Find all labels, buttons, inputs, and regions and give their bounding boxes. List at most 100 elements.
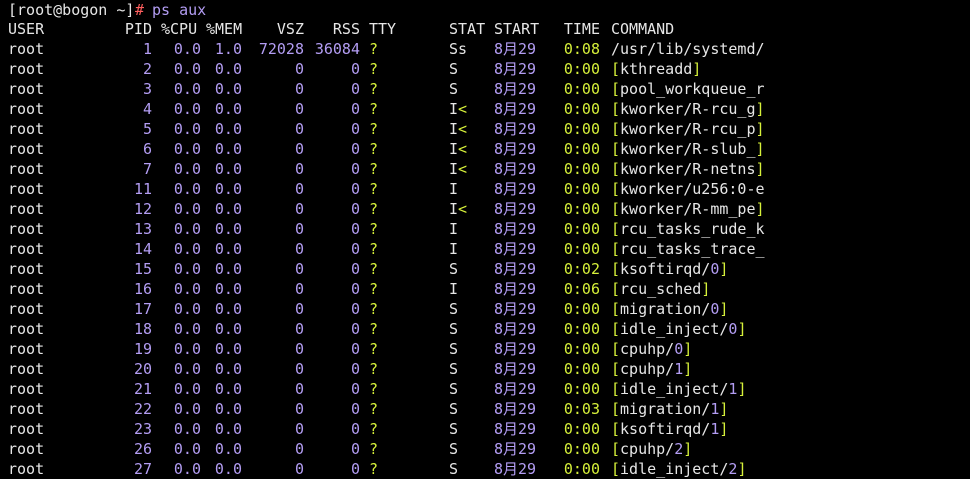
- cell-command: [pool_workqueue_r: [611, 80, 765, 98]
- cell-rss: 0: [350, 180, 360, 198]
- cell-pid: 12: [133, 200, 152, 218]
- cell-tty: ?: [369, 440, 379, 458]
- header-stat: STAT: [449, 20, 486, 38]
- cell-cpu: 0.0: [173, 60, 201, 78]
- cell-pid: 6: [142, 140, 152, 158]
- cell-time: 0:00: [563, 140, 600, 158]
- cell-mem: 0.0: [214, 160, 242, 178]
- cell-cpu: 0.0: [173, 300, 201, 318]
- cell-vsz: 0: [294, 280, 304, 298]
- cell-user: root: [8, 100, 45, 118]
- table-row: root 11 0.0 0.0 0 0? I 8月29 0:00 [kworker/u256:0-…: [0, 179, 970, 199]
- cell-mem: 0.0: [214, 100, 242, 118]
- cell-user: root: [8, 380, 45, 398]
- cell-rss: 0: [350, 80, 360, 98]
- cell-mem: 0.0: [214, 260, 242, 278]
- cell-command: [kworker/R-rcu_p]: [611, 120, 765, 138]
- cell-command: /usr/lib/systemd/: [611, 40, 765, 58]
- cell-stat: S: [449, 60, 459, 78]
- cell-user: root: [8, 140, 45, 158]
- cell-cpu: 0.0: [173, 100, 201, 118]
- cell-time: 0:03: [563, 400, 600, 418]
- cell-vsz: 0: [294, 220, 304, 238]
- cell-command: [cpuhp/0]: [611, 340, 693, 358]
- cell-rss: 0: [350, 420, 360, 438]
- header-tty: TTY: [369, 20, 397, 38]
- cell-tty: ?: [369, 120, 379, 138]
- cell-start: 8月29: [494, 200, 537, 218]
- cell-time: 0:00: [563, 200, 600, 218]
- cell-mem: 0.0: [214, 300, 242, 318]
- cell-mem: 0.0: [214, 280, 242, 298]
- cell-start: 8月29: [494, 400, 537, 418]
- cell-pid: 18: [133, 320, 152, 338]
- cell-cpu: 0.0: [173, 240, 201, 258]
- cell-command: [idle_inject/0]: [611, 320, 747, 338]
- cell-start: 8月29: [494, 280, 537, 298]
- cell-command: [idle_inject/1]: [611, 380, 747, 398]
- header-start: START: [494, 20, 540, 38]
- cell-start: 8月29: [494, 220, 537, 238]
- cell-command: [idle_inject/2]: [611, 460, 747, 478]
- cell-mem: 0.0: [214, 80, 242, 98]
- cell-tty: ?: [369, 400, 379, 418]
- cell-cpu: 0.0: [173, 420, 201, 438]
- cell-stat: S: [449, 360, 459, 378]
- cell-pid: 14: [133, 240, 152, 258]
- cell-user: root: [8, 360, 45, 378]
- cell-vsz: 0: [294, 360, 304, 378]
- cell-command: [kworker/R-rcu_g]: [611, 100, 765, 118]
- cell-vsz: 0: [294, 200, 304, 218]
- cell-vsz: 72028: [258, 40, 304, 58]
- table-row: root 27 0.0 0.0 0 0? S 8月29 0:00 [idle_inject/2]: [0, 459, 970, 479]
- cell-stat: S: [449, 80, 459, 98]
- header-pid: PID: [124, 20, 152, 38]
- table-row: root 7 0.0 0.0 0 0? I< 8月29 0:00 [kworker/R-netns…: [0, 159, 970, 179]
- cell-stat: S: [449, 260, 459, 278]
- cell-user: root: [8, 80, 45, 98]
- cell-stat: I: [449, 280, 459, 298]
- cell-tty: ?: [369, 260, 379, 278]
- cell-mem: 0.0: [214, 120, 242, 138]
- prompt-line: [root@bogon ~] # ps aux: [0, 0, 970, 20]
- table-row: root 6 0.0 0.0 0 0? I< 8月29 0:00 [kworker/R-slub_…: [0, 139, 970, 159]
- cell-time: 0:00: [563, 440, 600, 458]
- prompt-command: ps aux: [152, 1, 207, 19]
- header-mem: %MEM: [206, 20, 243, 38]
- cell-start: 8月29: [494, 440, 537, 458]
- cell-user: root: [8, 420, 45, 438]
- cell-vsz: 0: [294, 400, 304, 418]
- terminal-window[interactable]: [root@bogon ~] # ps aux USER PID %CPU %M…: [0, 0, 970, 479]
- cell-time: 0:00: [563, 100, 600, 118]
- cell-tty: ?: [369, 80, 379, 98]
- cell-stat: I<: [449, 100, 468, 118]
- table-row: root 21 0.0 0.0 0 0? S 8月29 0:00 [idle_inject/1]: [0, 379, 970, 399]
- cell-vsz: 0: [294, 60, 304, 78]
- cell-vsz: 0: [294, 340, 304, 358]
- cell-start: 8月29: [494, 420, 537, 438]
- cell-stat: S: [449, 340, 459, 358]
- cell-command: [kworker/R-netns]: [611, 160, 765, 178]
- cell-stat: I: [449, 220, 459, 238]
- cell-rss: 36084: [314, 40, 360, 58]
- table-row: root 12 0.0 0.0 0 0? I< 8月29 0:00 [kworker/R-mm_p…: [0, 199, 970, 219]
- cell-start: 8月29: [494, 80, 537, 98]
- cell-vsz: 0: [294, 100, 304, 118]
- cell-cpu: 0.0: [173, 320, 201, 338]
- cell-user: root: [8, 120, 45, 138]
- cell-time: 0:00: [563, 60, 600, 78]
- cell-start: 8月29: [494, 60, 537, 78]
- cell-mem: 0.0: [214, 440, 242, 458]
- cell-time: 0:00: [563, 180, 600, 198]
- cell-rss: 0: [350, 120, 360, 138]
- cell-command: [rcu_tasks_rude_k: [611, 220, 765, 238]
- cell-tty: ?: [369, 100, 379, 118]
- cell-start: 8月29: [494, 160, 537, 178]
- cell-tty: ?: [369, 140, 379, 158]
- cell-time: 0:00: [563, 240, 600, 258]
- cell-rss: 0: [350, 360, 360, 378]
- cell-vsz: 0: [294, 140, 304, 158]
- table-row: root 20 0.0 0.0 0 0? S 8月29 0:00 [cpuhp/1]: [0, 359, 970, 379]
- cell-pid: 3: [142, 80, 152, 98]
- cell-time: 0:00: [563, 300, 600, 318]
